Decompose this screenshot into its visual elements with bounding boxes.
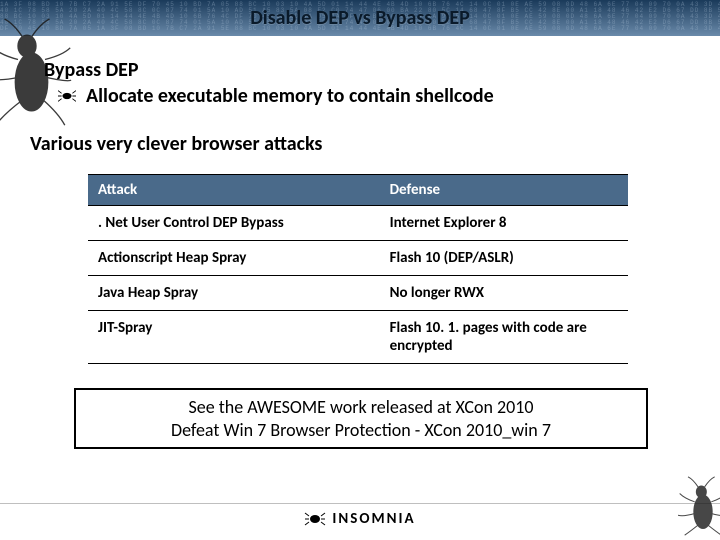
footer-brand: INSOMNIA (332, 510, 415, 528)
cell-defense: No longer RWX (380, 276, 628, 311)
cell-attack: JIT-Spray (88, 311, 380, 364)
bullet-text: Allocate executable memory to contain sh… (86, 84, 494, 108)
table-header-attack: Attack (88, 175, 380, 206)
title-bar: 1A 3F 08 BD 10 7B C7 2A 91 5E DF 70 45 1… (0, 0, 720, 36)
cell-defense: Flash 10 (DEP/ASLR) (380, 241, 628, 276)
footer: INSOMNIA (0, 503, 720, 528)
table-row: Java Heap Spray No longer RWX (88, 276, 628, 311)
cell-defense: Flash 10. 1. pages with code are encrypt… (380, 311, 628, 364)
cell-defense: Internet Explorer 8 (380, 206, 628, 241)
footer-bug-icon (304, 511, 326, 527)
bug-bullet-icon (58, 89, 76, 103)
section-heading: Bypass DEP (44, 58, 684, 82)
cockroach-decoration-small (678, 476, 720, 536)
cell-attack: . Net User Control DEP Bypass (88, 206, 380, 241)
callout-line-2: Defeat Win 7 Browser Protection - XCon 2… (86, 419, 636, 442)
cell-attack: Java Heap Spray (88, 276, 380, 311)
callout-box: See the AWESOME work released at XCon 20… (74, 388, 648, 449)
cell-attack: Actionscript Heap Spray (88, 241, 380, 276)
callout-line-1: See the AWESOME work released at XCon 20… (86, 396, 636, 419)
slide-content: Bypass DEP Allocate executable memory to… (0, 36, 720, 449)
bullet-item: Allocate executable memory to contain sh… (44, 84, 684, 108)
slide-title: Disable DEP vs Bypass DEP (250, 6, 470, 30)
table-header-defense: Defense (380, 175, 628, 206)
table-row: JIT-Spray Flash 10. 1. pages with code a… (88, 311, 628, 364)
table-row: . Net User Control DEP Bypass Internet E… (88, 206, 628, 241)
table-row: Actionscript Heap Spray Flash 10 (DEP/AS… (88, 241, 628, 276)
subheading: Various very clever browser attacks (30, 132, 684, 156)
attacks-table: Attack Defense . Net User Control DEP By… (88, 174, 628, 364)
